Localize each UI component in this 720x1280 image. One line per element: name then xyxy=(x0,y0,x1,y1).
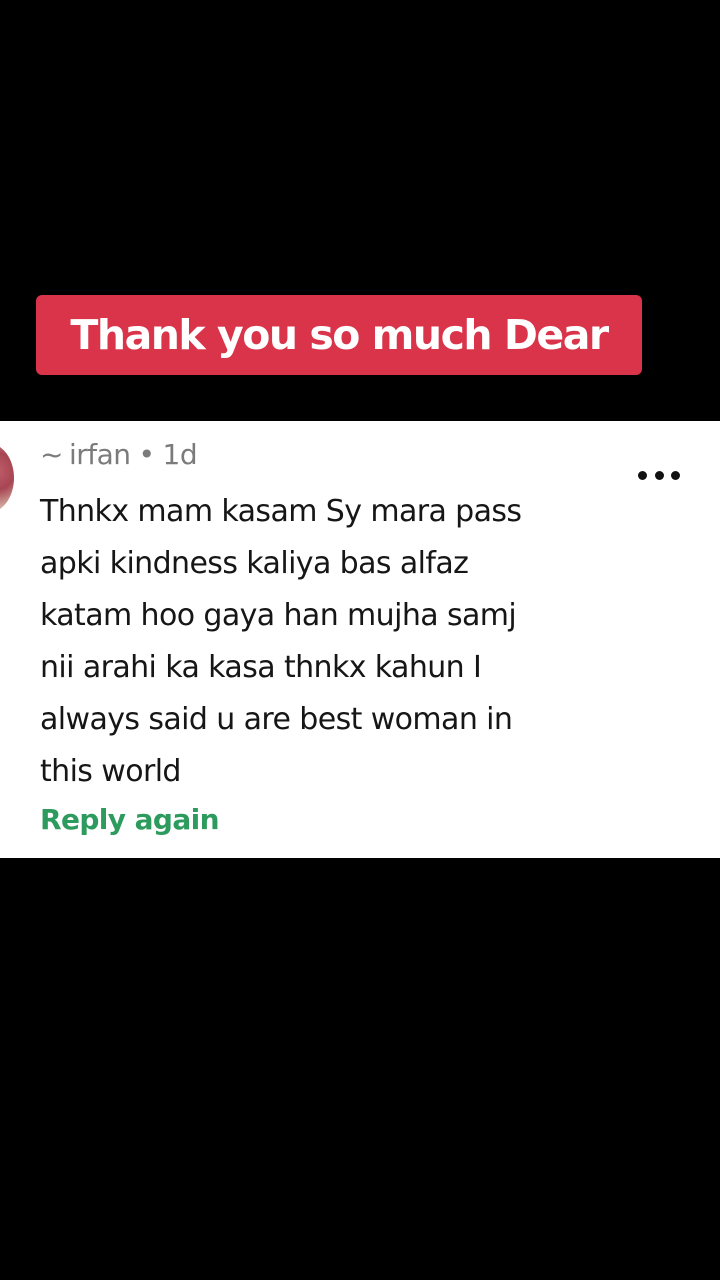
comment-time: 1d xyxy=(162,438,198,471)
comment-line: this world xyxy=(40,754,181,789)
comment-line: apki kindness kaliya bas alfaz xyxy=(40,546,469,581)
comment-line: Thnkx mam kasam Sy mara pass xyxy=(40,494,522,529)
comment-meta: ~ irfan • 1d xyxy=(40,438,198,471)
comment-body: Thnkx mam kasam Sy mara pass apki kindne… xyxy=(40,486,600,798)
more-options-icon[interactable] xyxy=(638,463,680,487)
more-dot xyxy=(654,470,664,480)
comment-line: nii arahi ka kasa thnkx kahun I xyxy=(40,650,482,685)
avatar[interactable] xyxy=(0,443,14,513)
more-dot xyxy=(671,470,680,480)
caption-text: Thank you so much Dear xyxy=(70,311,609,359)
username-prefix: ~ xyxy=(40,438,63,471)
username[interactable]: irfan xyxy=(69,438,131,471)
meta-separator: • xyxy=(138,438,156,471)
comment-line: katam hoo gaya han mujha samj xyxy=(40,598,517,633)
comment-line: always said u are best woman in xyxy=(40,702,513,737)
caption-banner: Thank you so much Dear xyxy=(36,295,642,375)
more-dot xyxy=(638,470,647,480)
reply-again-button[interactable]: Reply again xyxy=(40,803,220,836)
comment-card: ~ irfan • 1d Thnkx mam kasam Sy mara pass a… xyxy=(0,421,720,858)
